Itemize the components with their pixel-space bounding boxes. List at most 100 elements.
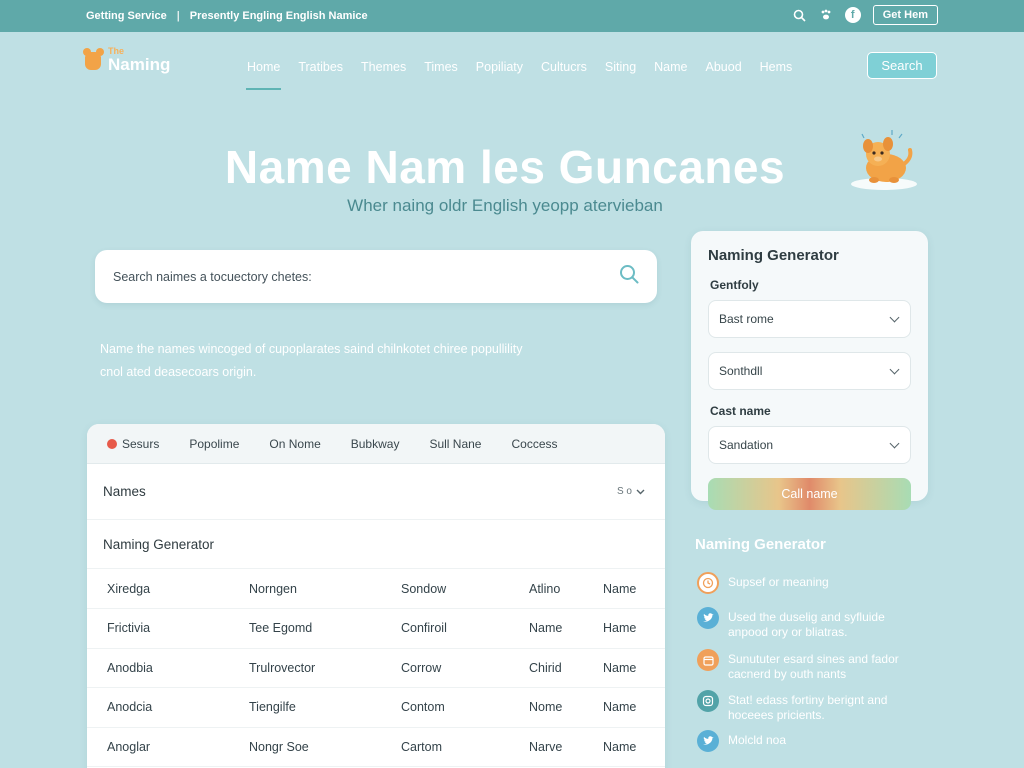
nav-item-about[interactable]: Abuod	[697, 58, 751, 90]
names-table: Xiredga Norngen Sondow Atlino Name Frict…	[87, 569, 665, 767]
chevron-down-icon	[889, 312, 900, 322]
table-cell: Tiengilfe	[229, 687, 381, 728]
first-name-select[interactable]: Bast rome	[708, 300, 911, 338]
naming-generator-panel: Naming Generator Gentfoly Bast rome Sont…	[691, 231, 928, 510]
feature-item: Molcld noa	[697, 730, 927, 752]
origin-select[interactable]: Sonthdll	[708, 352, 911, 390]
main-nav: Home Tratibes Themes Times Popiliaty Cul…	[238, 58, 801, 90]
table-cell: Atlino	[509, 569, 583, 609]
table-row[interactable]: Frictivia Tee Egomd Confiroil Name Hame	[87, 608, 665, 649]
nav-item-cultures[interactable]: Cultucrs	[532, 58, 596, 90]
table-cell: Narve	[509, 727, 583, 767]
tab-sull-nane[interactable]: Sull Nane	[417, 432, 493, 456]
top-bar-tagline: Presently Engling English Namice	[189, 10, 368, 22]
nav-search-button[interactable]: Search	[867, 52, 937, 79]
features-title: Naming Generator	[695, 536, 826, 553]
feature-item: Stat! edass fortiny berignt and hoceees …	[697, 690, 927, 723]
filter-tabs: Sesurs Popolime On Nome Bubkway Sull Nan…	[87, 424, 665, 464]
table-cell: Chirid	[509, 648, 583, 688]
table-row[interactable]: Anodbia Trulrovector Corrow Chirid Name	[87, 648, 665, 688]
table-cell: Name	[583, 687, 665, 728]
dog-mascot-icon	[851, 130, 917, 190]
nav-item-hems[interactable]: Hems	[751, 58, 802, 90]
nav-item-home[interactable]: Home	[238, 58, 289, 90]
top-bar-actions: f Get Hem	[793, 5, 938, 25]
table-cell: Name	[583, 648, 665, 688]
paw-icon[interactable]	[819, 8, 833, 22]
feature-item: Used the duselig and syfluide anpood ory…	[697, 607, 927, 640]
dog-logo-icon	[80, 46, 106, 74]
chevron-down-icon	[889, 438, 900, 448]
select-value: Bast rome	[719, 312, 774, 326]
red-dot-icon	[107, 438, 117, 449]
table-cell: Frictivia	[87, 608, 229, 649]
table-row[interactable]: Anoglar Nongr Soe Cartom Narve Name	[87, 727, 665, 767]
top-bar-link[interactable]: Getting Service	[86, 10, 167, 22]
calendar-icon	[697, 649, 719, 671]
table-cell: Name	[583, 727, 665, 767]
top-bar: Getting Service | Presently Engling Engl…	[0, 0, 1024, 32]
table-cell: Anoglar	[87, 727, 229, 767]
nav-item-times[interactable]: Times	[415, 58, 467, 90]
tab-bubkway[interactable]: Bubkway	[339, 432, 412, 456]
chevron-down-icon	[636, 489, 645, 494]
logo[interactable]: The Naming	[80, 46, 170, 74]
generate-name-button[interactable]: Call name	[708, 478, 911, 510]
facebook-icon[interactable]: f	[844, 7, 861, 23]
table-cell: Sondow	[381, 569, 509, 609]
feature-text: Supsef or meaning	[728, 575, 829, 589]
feature-text: Sunututer esard sines and fador cacnerd …	[728, 652, 899, 681]
logo-big-text: Naming	[108, 55, 171, 74]
tab-coccess[interactable]: Coccess	[499, 432, 569, 456]
table-row[interactable]: Anodcia Tiengilfe Contom Nome Name	[87, 687, 665, 728]
names-card: Sesurs Popolime On Nome Bubkway Sull Nan…	[87, 424, 665, 768]
tab-on-nome[interactable]: On Nome	[257, 432, 332, 456]
table-cell: Name	[509, 608, 583, 649]
sort-dropdown[interactable]: S o	[617, 486, 645, 497]
section-title: Naming Generator	[87, 520, 665, 569]
feature-text: Stat! edass fortiny berignt and hoceees …	[728, 693, 888, 722]
intro-description: Name the names wincoged of cupoplarates …	[100, 342, 523, 379]
table-cell: Anodcia	[87, 687, 229, 728]
tab-sesurs[interactable]: Sesurs	[95, 432, 171, 456]
table-cell: Nome	[509, 687, 583, 728]
search-icon[interactable]	[619, 264, 639, 289]
table-cell: Trulrovector	[229, 648, 381, 688]
table-cell: Nongr Soe	[229, 727, 381, 767]
select-value: Sandation	[719, 438, 774, 452]
tab-popolime[interactable]: Popolime	[177, 432, 251, 456]
last-name-label: Cast name	[710, 404, 771, 418]
search-icon[interactable]	[793, 8, 807, 22]
panel-title: Naming Generator	[708, 247, 839, 264]
sort-label: S o	[616, 486, 632, 497]
get-started-button[interactable]: Get Hem	[872, 5, 938, 25]
table-cell: Corrow	[381, 648, 509, 688]
select-value: Sonthdll	[719, 364, 763, 378]
chevron-down-icon	[889, 364, 900, 374]
nav-item-themes[interactable]: Themes	[352, 58, 415, 90]
twitter-icon	[697, 730, 719, 752]
nav-item-popularity[interactable]: Popiliaty	[467, 58, 532, 90]
name-search-bar	[95, 250, 657, 303]
nav-item-tribes[interactable]: Tratibes	[289, 58, 352, 90]
table-row[interactable]: Xiredga Norngen Sondow Atlino Name	[87, 569, 665, 609]
feature-text: Used the duselig and syfluide anpood ory…	[728, 610, 885, 639]
table-cell: Contom	[381, 687, 509, 728]
table-cell: Anodbia	[87, 648, 229, 688]
hero-subtitle: Wher naing oldr English yeopp atervieban	[347, 196, 663, 215]
twitter-icon	[697, 607, 719, 629]
last-name-select[interactable]: Sandation	[708, 426, 911, 464]
feature-text[interactable]: Molcld noa	[728, 730, 786, 748]
names-title: Names	[103, 484, 146, 499]
table-cell: Cartom	[381, 727, 509, 767]
table-cell: Confiroil	[381, 608, 509, 649]
tab-label: Sesurs	[122, 436, 160, 451]
feature-item: Sunututer esard sines and fador cacnerd …	[697, 649, 927, 682]
search-input[interactable]	[113, 269, 619, 284]
nav-item-siting[interactable]: Siting	[596, 58, 645, 90]
names-header: Names S o	[87, 464, 665, 520]
table-cell: Xiredga	[87, 569, 229, 609]
logo-text: The Naming	[108, 47, 170, 74]
instagram-icon	[697, 690, 719, 712]
nav-item-name[interactable]: Name	[645, 58, 696, 90]
